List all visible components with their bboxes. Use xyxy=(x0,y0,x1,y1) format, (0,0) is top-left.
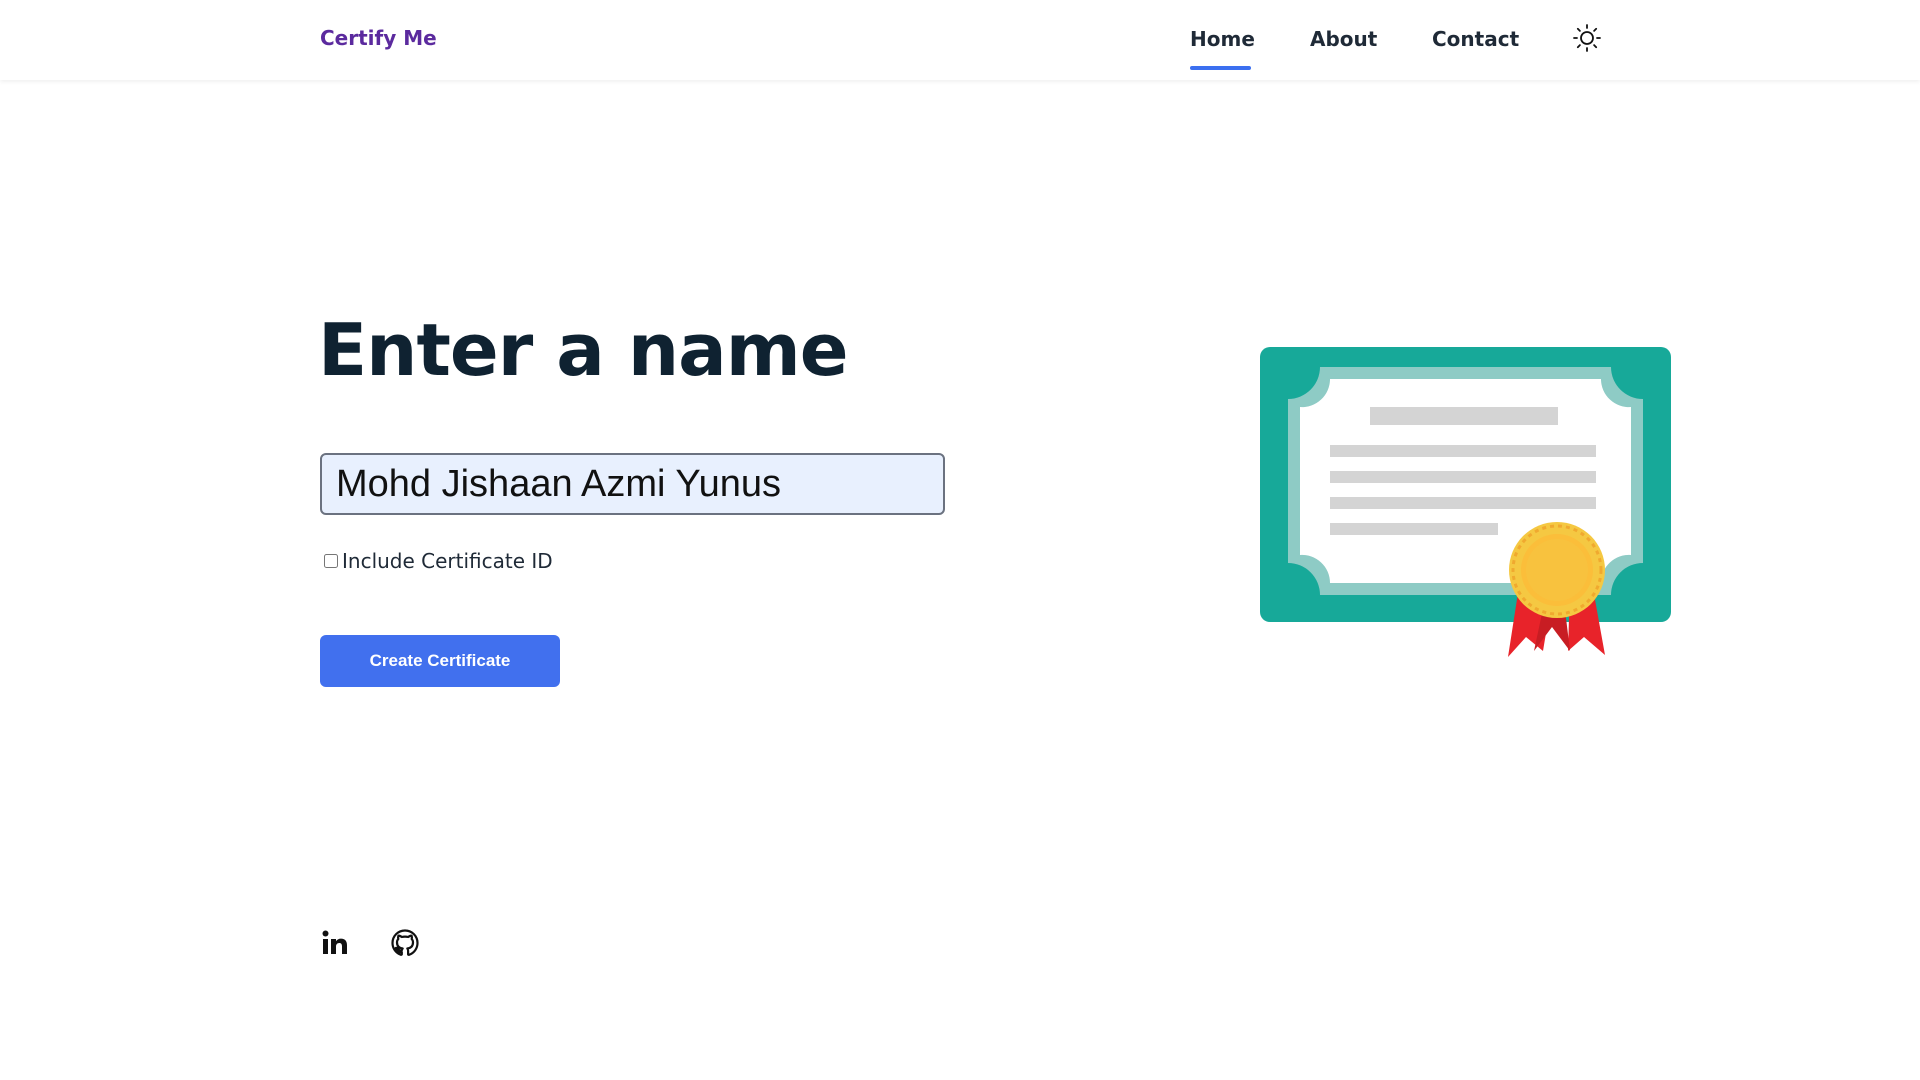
page-heading: Enter a name xyxy=(318,308,849,392)
name-input[interactable] xyxy=(320,453,945,515)
nav-link-home[interactable]: Home xyxy=(1190,27,1255,51)
navbar: Certify Me Home About Contact xyxy=(0,0,1920,80)
create-certificate-button[interactable]: Create Certificate xyxy=(320,635,560,687)
linkedin-link[interactable] xyxy=(320,928,350,958)
github-link[interactable] xyxy=(390,928,420,958)
linkedin-icon xyxy=(322,930,347,954)
include-id-option[interactable]: Include Certificate ID xyxy=(324,549,553,573)
sun-icon xyxy=(1573,24,1601,52)
include-id-label: Include Certificate ID xyxy=(342,549,553,573)
brand-logo[interactable]: Certify Me xyxy=(320,26,437,50)
nav-link-about[interactable]: About xyxy=(1310,27,1377,51)
nav-link-contact[interactable]: Contact xyxy=(1432,27,1519,51)
active-nav-indicator xyxy=(1190,66,1251,70)
certificate-icon xyxy=(1260,347,1671,657)
github-icon xyxy=(391,929,419,956)
include-id-checkbox[interactable] xyxy=(324,554,338,568)
theme-toggle-button[interactable] xyxy=(1572,23,1602,53)
